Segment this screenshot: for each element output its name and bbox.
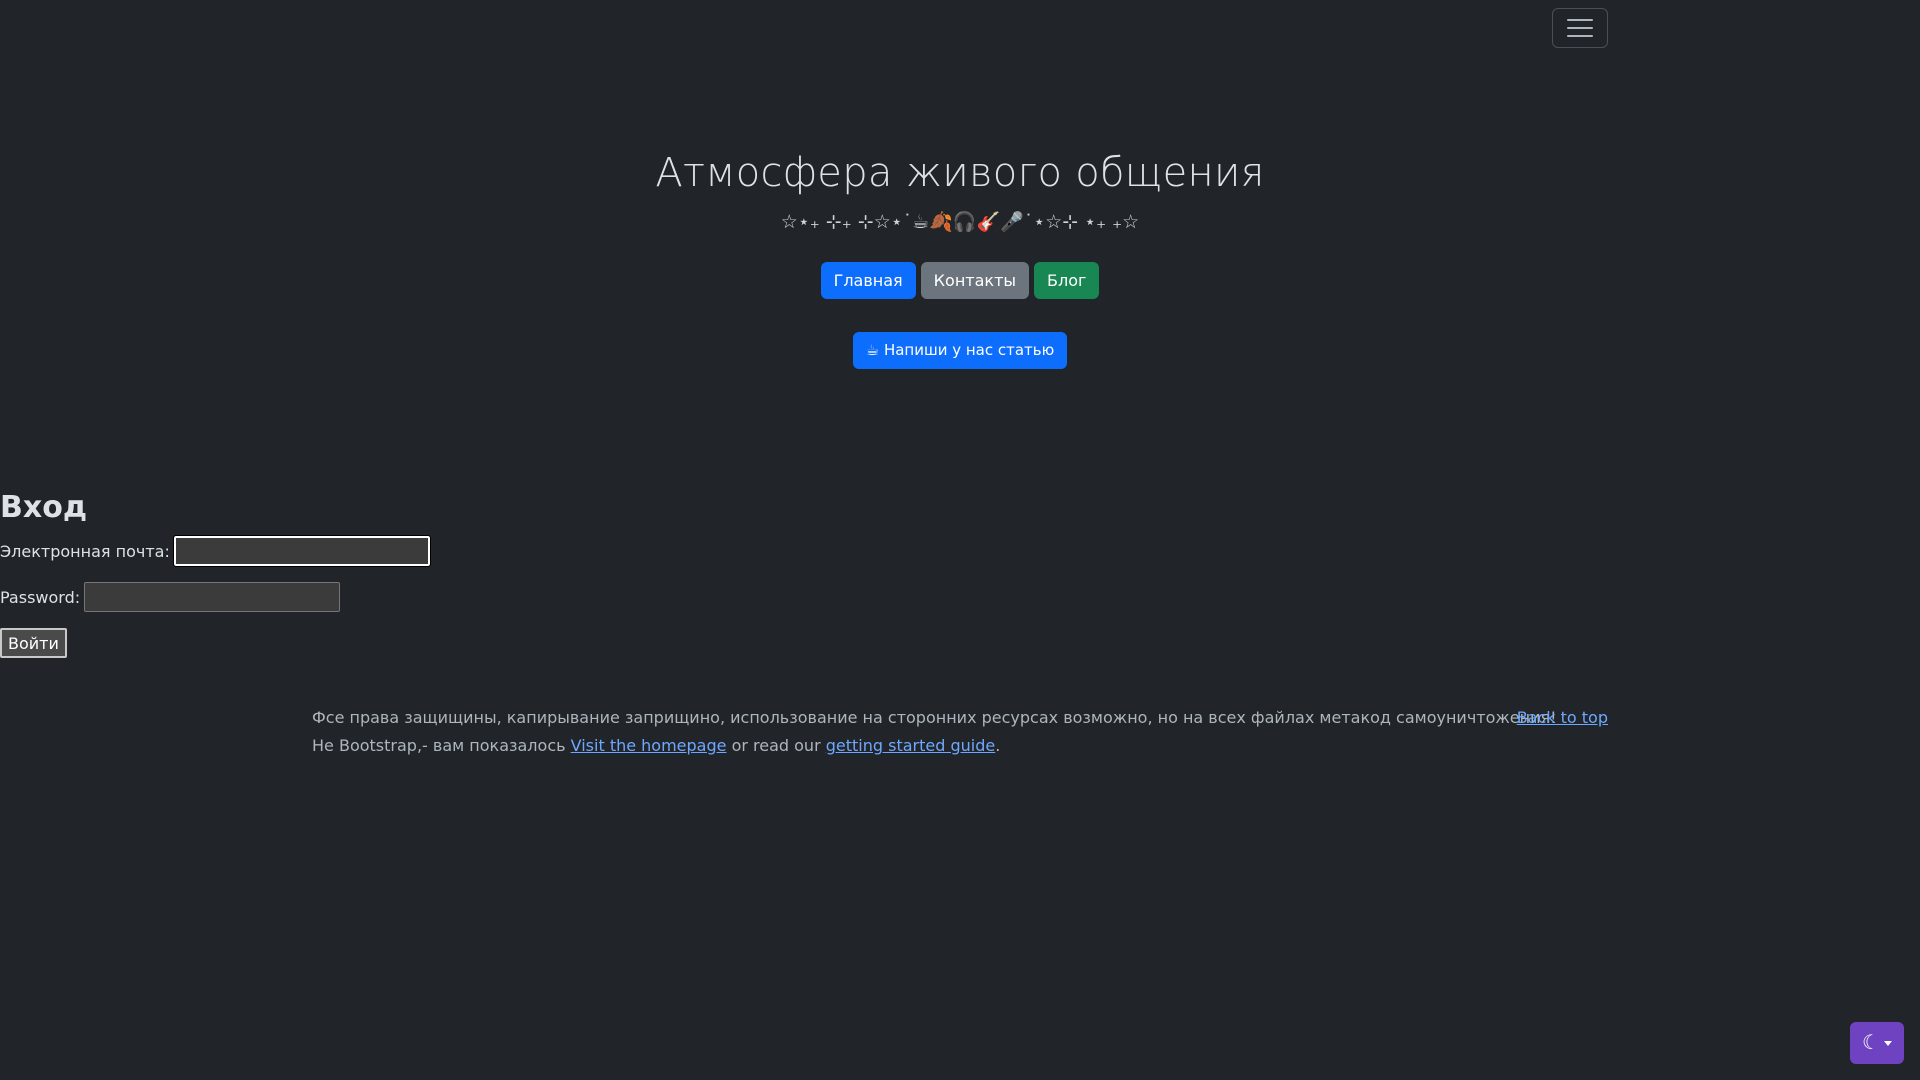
navbar-toggler-button[interactable]	[1552, 8, 1608, 48]
back-to-top-link[interactable]: Back to top	[1517, 708, 1608, 727]
email-field[interactable]	[172, 535, 431, 567]
email-row: Электронная почта:	[0, 535, 431, 567]
home-button[interactable]: Главная	[820, 262, 916, 299]
password-field[interactable]	[84, 582, 341, 612]
hamburger-menu-icon-line	[1567, 27, 1593, 29]
page-title: Атмосфера живого общения	[655, 150, 1265, 196]
getting-started-link[interactable]: getting started guide	[826, 736, 995, 755]
theme-toggle-button[interactable]: ☾	[1850, 1022, 1904, 1064]
hamburger-menu-icon	[1567, 19, 1593, 21]
write-article-button[interactable]: ☕ Напиши у нас статью	[852, 332, 1068, 369]
contacts-button[interactable]: Контакты	[920, 262, 1030, 299]
caret-down-icon	[1883, 1040, 1892, 1046]
main-nav: Главная Контакты Блог	[0, 262, 1920, 299]
email-label: Электронная почта:	[0, 541, 170, 561]
hamburger-menu-icon-line	[1567, 35, 1593, 37]
footer-middle-text: or read our	[726, 736, 826, 755]
homepage-link[interactable]: Visit the homepage	[571, 736, 727, 755]
footer-suffix-text: .	[995, 736, 1001, 755]
decorative-emoji-line: ☆⋆₊ ⊹₊ ⊹☆⋆˙☕🍂🎧🎸🎤˙⋆☆⊹ ⋆₊ ₊☆	[780, 211, 1140, 233]
password-label: Password:	[0, 587, 81, 607]
footer-copyright: Фсе права защищины, капирывание заприщин…	[312, 708, 1557, 727]
write-article-wrap: ☕ Напиши у нас статью	[0, 332, 1920, 369]
footer-links-line: Не Bootstrap,- вам показалось Visit the …	[312, 736, 1000, 755]
footer-prefix-text: Не Bootstrap,- вам показалось	[312, 736, 571, 755]
page: Атмосфера живого общения ☆⋆₊ ⊹₊ ⊹☆⋆˙☕🍂🎧🎸…	[0, 0, 1920, 1080]
moon-icon: ☾	[1862, 1032, 1880, 1054]
password-row: Password:	[0, 582, 341, 612]
login-title: Вход	[0, 490, 88, 525]
login-submit-button[interactable]: Войти	[0, 628, 67, 658]
blog-button[interactable]: Блог	[1034, 262, 1100, 299]
